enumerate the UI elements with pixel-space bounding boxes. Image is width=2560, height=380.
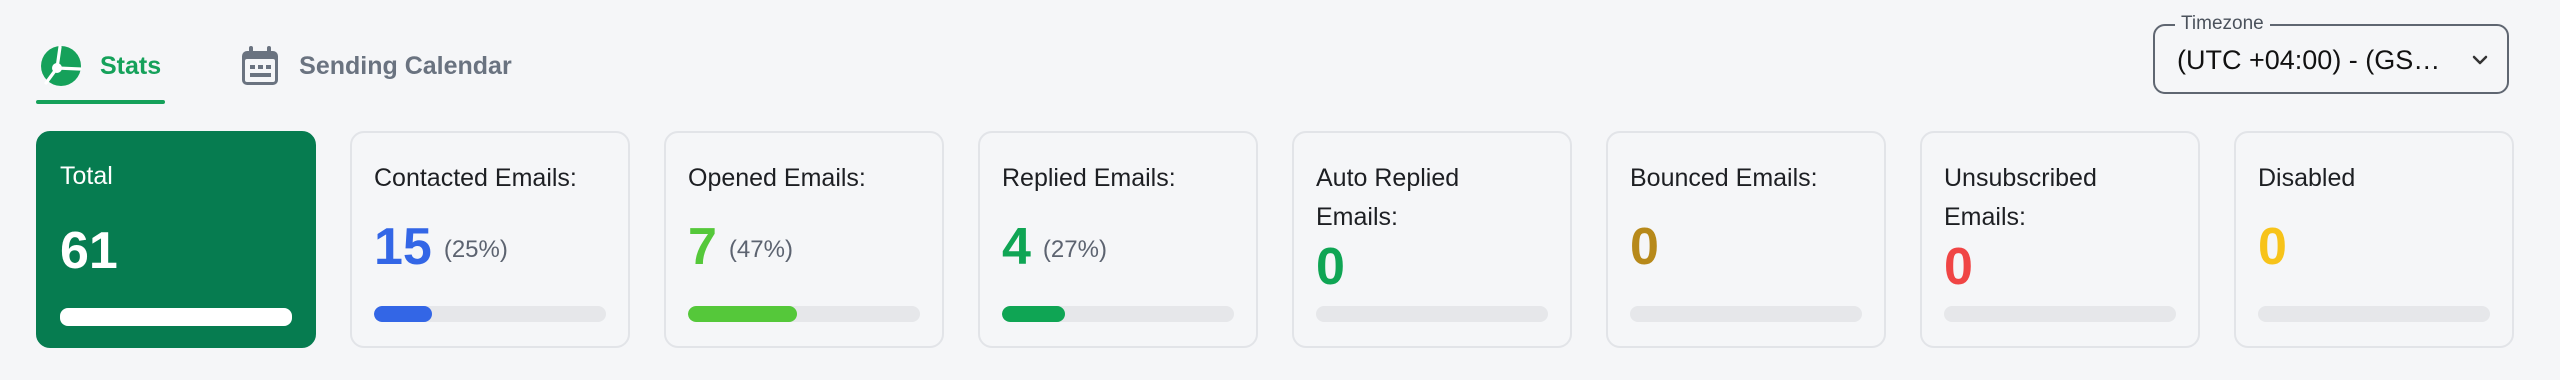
tab-sending-calendar[interactable]: Sending Calendar [235, 30, 516, 102]
tab-label: Stats [100, 51, 162, 80]
progress-bar [1002, 306, 1234, 322]
timezone-select[interactable]: Timezone (UTC +04:00) - (GS… [2153, 13, 2509, 94]
stats-cards: Total 61 Contacted Emails: 15 (25%) Opene… [36, 131, 2514, 348]
progress-fill [60, 308, 292, 326]
stat-card-title: Replied Emails: [1002, 164, 1176, 192]
progress-fill [1002, 306, 1065, 322]
stat-card-value: 61 [60, 222, 118, 280]
stat-card-value: 0 [1630, 218, 1659, 276]
stat-card-title: Auto Replied Emails: [1316, 164, 1460, 231]
stat-card-value: 4 (27%) [1002, 218, 1107, 276]
progress-bar [60, 308, 292, 326]
chevron-down-icon [2472, 55, 2488, 65]
stat-card-title: Total [60, 162, 113, 190]
stat-card-value: 0 [2258, 218, 2287, 276]
stat-card-value: 0 [1316, 238, 1345, 296]
progress-bar [1316, 306, 1548, 322]
stat-card-title: Opened Emails: [688, 164, 866, 192]
stat-card-value: 7 (47%) [688, 218, 793, 276]
stat-card-opened: Opened Emails: 7 (47%) [664, 131, 944, 348]
stat-card-auto-replied: Auto Replied Emails: 0 [1292, 131, 1572, 348]
progress-bar [688, 306, 920, 322]
stat-card-value: 0 [1944, 238, 1973, 296]
stat-card-percent: (25%) [443, 236, 508, 264]
pie-chart-icon [40, 45, 82, 87]
progress-bar [374, 306, 606, 322]
stat-card-replied: Replied Emails: 4 (27%) [978, 131, 1258, 348]
progress-fill [688, 306, 798, 322]
stat-card-total: Total 61 [36, 131, 316, 348]
stat-card-percent: (47%) [728, 236, 793, 264]
progress-bar [2258, 306, 2490, 322]
stat-card-value: 15 (25%) [374, 218, 508, 276]
timezone-label: Timezone [2175, 13, 2270, 35]
calendar-icon [239, 45, 281, 87]
stat-card-title: Contacted Emails: [374, 164, 577, 192]
progress-bar [1944, 306, 2176, 322]
tab-label: Sending Calendar [299, 51, 512, 80]
stat-card-percent: (27%) [1042, 236, 1107, 264]
progress-bar [1630, 306, 1862, 322]
stat-card-title: Bounced Emails: [1630, 164, 1818, 192]
timezone-value: (UTC +04:00) - (GS… [2177, 45, 2441, 75]
stat-card-contacted: Contacted Emails: 15 (25%) [350, 131, 630, 348]
tab-bar: Stats Sending Calendar [36, 30, 586, 104]
stat-card-disabled: Disabled 0 [2234, 131, 2514, 348]
tab-stats[interactable]: Stats [36, 30, 166, 104]
stat-card-title: Disabled [2258, 164, 2356, 192]
stat-card-bounced: Bounced Emails: 0 [1606, 131, 1886, 348]
progress-fill [374, 306, 432, 322]
stat-card-title: Unsubscribed Emails: [1944, 164, 2097, 231]
stat-card-unsubscribed: Unsubscribed Emails: 0 [1920, 131, 2200, 348]
